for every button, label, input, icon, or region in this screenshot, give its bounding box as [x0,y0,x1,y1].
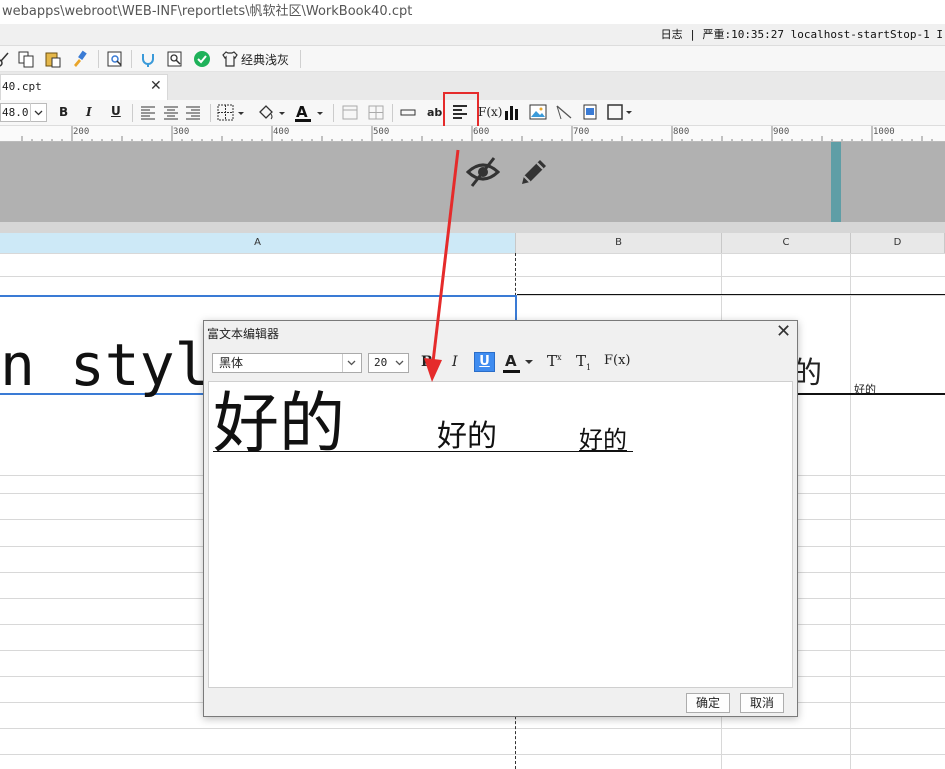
font-color-icon[interactable]: A [294,103,326,123]
edit-pencil-icon[interactable] [518,156,550,188]
slash-cell-icon[interactable] [556,104,572,120]
align-center-icon[interactable] [163,106,179,120]
subreport-icon[interactable] [582,104,598,120]
format-brush-icon[interactable] [71,50,89,68]
font-color-button[interactable]: A [505,352,517,370]
selection-border [0,295,517,297]
chevron-down-icon[interactable] [391,354,408,372]
cell-d-content[interactable]: 好的 [854,381,876,397]
cancel-button[interactable]: 取消 [740,693,784,713]
chevron-down-icon[interactable] [524,358,534,366]
chevron-down-icon[interactable] [342,354,361,372]
image-icon[interactable] [529,104,547,120]
tab-workbook-label: 40.cpt [2,80,42,93]
log-bar: 日志 | 严重:10:35:27 localhost-startStop-1 I [0,24,945,46]
ok-button[interactable]: 确定 [686,693,730,713]
bold-button[interactable]: B [59,105,68,119]
preview-icon[interactable] [106,50,124,68]
textbox-icon[interactable] [400,108,416,117]
fill-color-icon[interactable] [257,104,287,122]
underline-button[interactable]: U [111,104,121,118]
chevron-down-icon[interactable] [30,103,47,122]
copy-icon[interactable] [17,50,35,68]
text-element-button[interactable]: ab [427,106,442,119]
column-header-c[interactable]: C [722,233,851,253]
dialog-title: 富文本编辑器 [207,327,280,341]
align-left-icon[interactable] [140,106,156,120]
hide-eye-icon[interactable] [466,156,500,188]
cut-icon[interactable] [0,50,12,68]
formula-button[interactable]: F(x) [604,353,631,368]
tab-close-icon[interactable]: ✕ [150,78,162,94]
underline-button[interactable]: U [474,352,495,372]
frame-icon[interactable] [607,104,633,120]
window-path: webapps\webroot\WEB-INF\reportlets\帆软社区\… [0,0,945,24]
theme-shirt-icon[interactable] [221,50,239,68]
split-cell-icon[interactable] [368,105,384,120]
svg-text:A: A [296,103,308,121]
cell-border [517,294,945,295]
main-toolbar: 经典浅灰 [0,46,945,72]
italic-button[interactable]: I [86,105,92,119]
align-right-icon[interactable] [185,106,201,120]
editor-text-large[interactable]: 好的 [213,384,345,464]
superscript-button[interactable]: Tx [547,352,562,370]
formula-button[interactable]: F(x) [478,105,502,119]
log-text: 日志 | 严重:10:35:27 localhost-startStop-1 I [660,28,943,41]
italic-button[interactable]: I [452,354,458,370]
merge-cell-icon[interactable] [342,105,358,120]
column-header-d[interactable]: D [851,233,945,253]
check-icon[interactable] [193,50,211,68]
font-color-swatch [503,370,520,373]
column-header-a[interactable]: A [0,233,516,253]
border-icon[interactable] [217,104,245,122]
bold-button[interactable]: B [421,354,433,370]
text-underline [213,451,633,452]
subscript-button[interactable]: T1 [576,352,591,372]
selection-border [515,295,517,323]
font-family-select[interactable]: 黑体 [212,353,362,373]
close-icon[interactable]: ✕ [776,322,791,342]
theme-label[interactable]: 经典浅灰 [241,51,289,68]
paste-icon[interactable] [44,50,62,68]
ruler-ticks [21,126,933,141]
column-header-b[interactable]: B [516,233,722,253]
search-preview-icon[interactable] [166,50,184,68]
page-edge-marker[interactable] [831,142,841,224]
plugin-icon[interactable] [139,50,157,68]
chart-icon[interactable] [504,104,520,120]
